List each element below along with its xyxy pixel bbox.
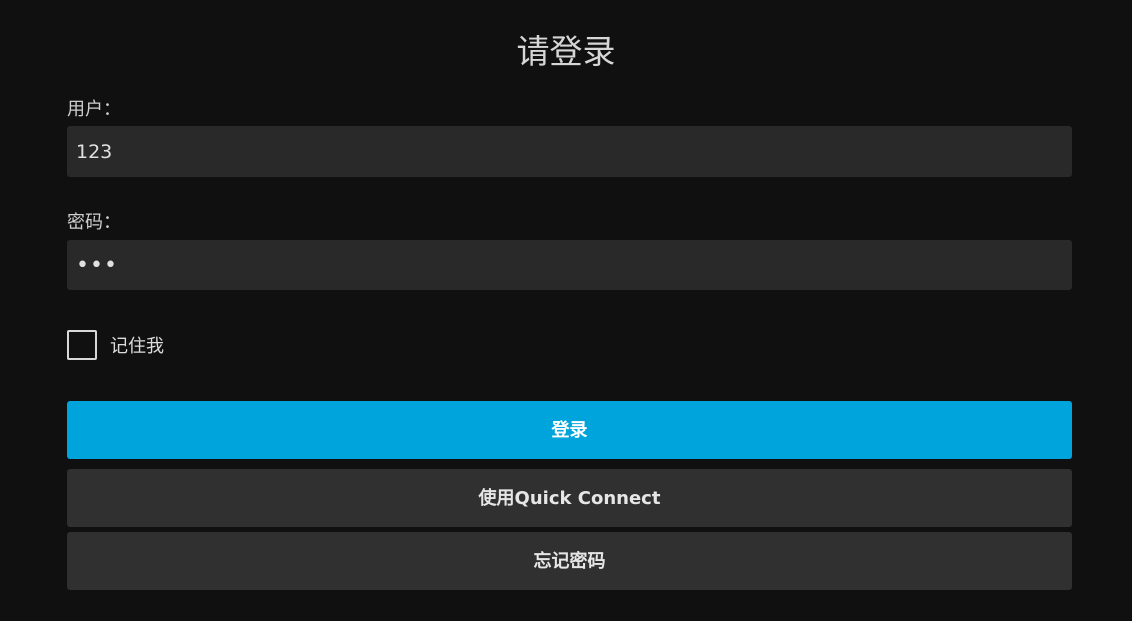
username-input[interactable] <box>67 126 1072 177</box>
remember-me-checkbox[interactable] <box>67 330 97 360</box>
password-input[interactable] <box>67 240 1072 290</box>
login-page: 请登录 用户： 密码： 记住我 登录 使用Quick Connect 忘记密码 <box>0 0 1132 621</box>
password-label: 密码： <box>67 212 121 233</box>
remember-me-label: 记住我 <box>110 336 164 357</box>
login-button[interactable]: 登录 <box>67 401 1072 459</box>
quick-connect-button[interactable]: 使用Quick Connect <box>67 469 1072 527</box>
page-title: 请登录 <box>516 32 616 71</box>
forgot-password-button[interactable]: 忘记密码 <box>67 532 1072 590</box>
remember-me-toggle[interactable]: 记住我 <box>67 328 164 362</box>
username-label: 用户： <box>67 99 121 120</box>
